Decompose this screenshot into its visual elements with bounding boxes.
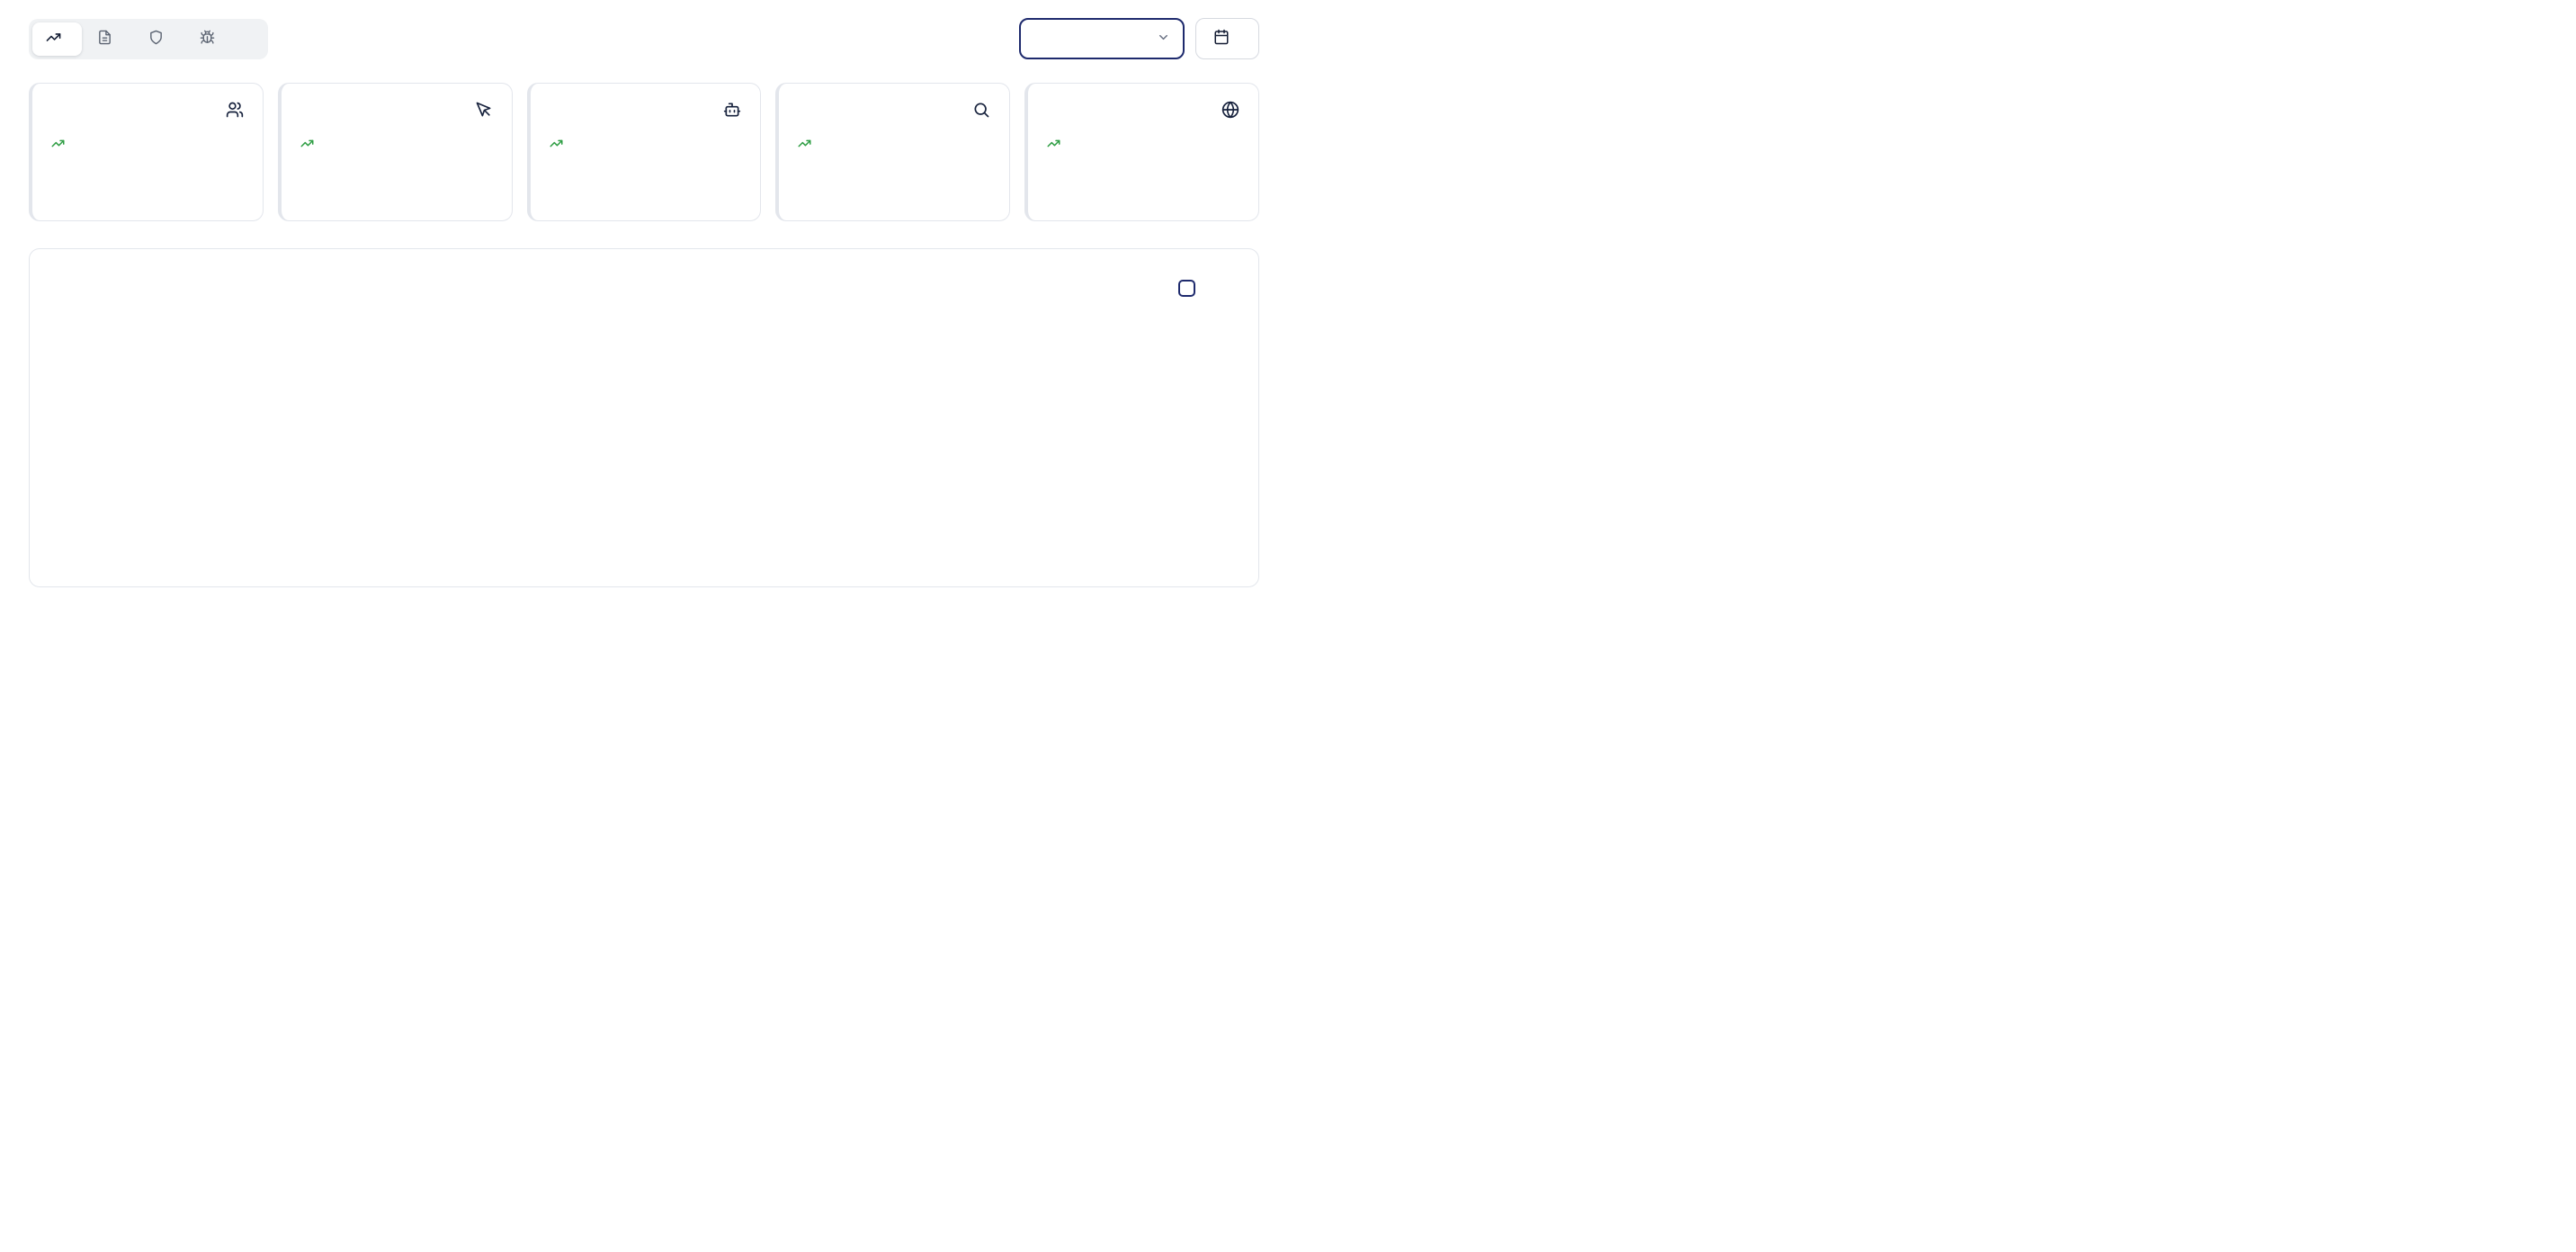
trending-up-icon <box>550 137 563 153</box>
stat-trend <box>51 137 244 153</box>
stat-trend <box>798 137 990 153</box>
detailed-breakdown-checkbox[interactable] <box>1178 280 1195 297</box>
bug-icon <box>200 30 215 49</box>
trending-up-icon <box>1047 137 1060 153</box>
header <box>29 18 1259 59</box>
date-range-button[interactable] <box>1195 18 1259 59</box>
stat-card-search[interactable] <box>775 83 1010 221</box>
header-controls <box>1019 18 1259 59</box>
stat-trend <box>1047 137 1239 153</box>
mouse-pointer-icon <box>475 101 493 123</box>
stat-cards-row <box>29 83 1259 221</box>
file-icon <box>97 30 112 49</box>
range-select[interactable] <box>1019 18 1185 59</box>
stat-card-ai-referrals[interactable] <box>527 83 762 221</box>
traffic-trend-chart[interactable] <box>60 331 1228 570</box>
stat-trend <box>550 137 742 153</box>
trending-up-icon <box>300 137 314 153</box>
search-icon <box>972 101 990 123</box>
tab-bots[interactable] <box>186 22 236 56</box>
nav-tabs <box>29 19 268 59</box>
stat-card-other[interactable] <box>1024 83 1259 221</box>
globe-icon <box>1221 101 1239 123</box>
trending-up-icon <box>46 30 61 49</box>
stat-trend <box>300 137 493 153</box>
dashboard-page <box>0 0 1288 614</box>
calendar-icon <box>1213 29 1230 49</box>
users-icon <box>226 101 244 123</box>
tab-pages[interactable] <box>84 22 133 56</box>
trending-up-icon <box>798 137 811 153</box>
tab-traffic[interactable] <box>32 22 82 56</box>
chevron-down-icon <box>1157 31 1170 48</box>
tab-ai-visibility[interactable] <box>135 22 184 56</box>
shield-icon <box>148 30 164 49</box>
stat-card-direct[interactable] <box>278 83 513 221</box>
trending-up-icon <box>51 137 65 153</box>
detailed-breakdown-toggle[interactable] <box>1178 280 1204 297</box>
tab-settings[interactable] <box>237 31 264 46</box>
traffic-trend-panel <box>29 248 1259 587</box>
bot-icon <box>723 101 741 123</box>
stat-card-total-visitors[interactable] <box>29 83 264 221</box>
chart-area <box>57 327 1231 570</box>
